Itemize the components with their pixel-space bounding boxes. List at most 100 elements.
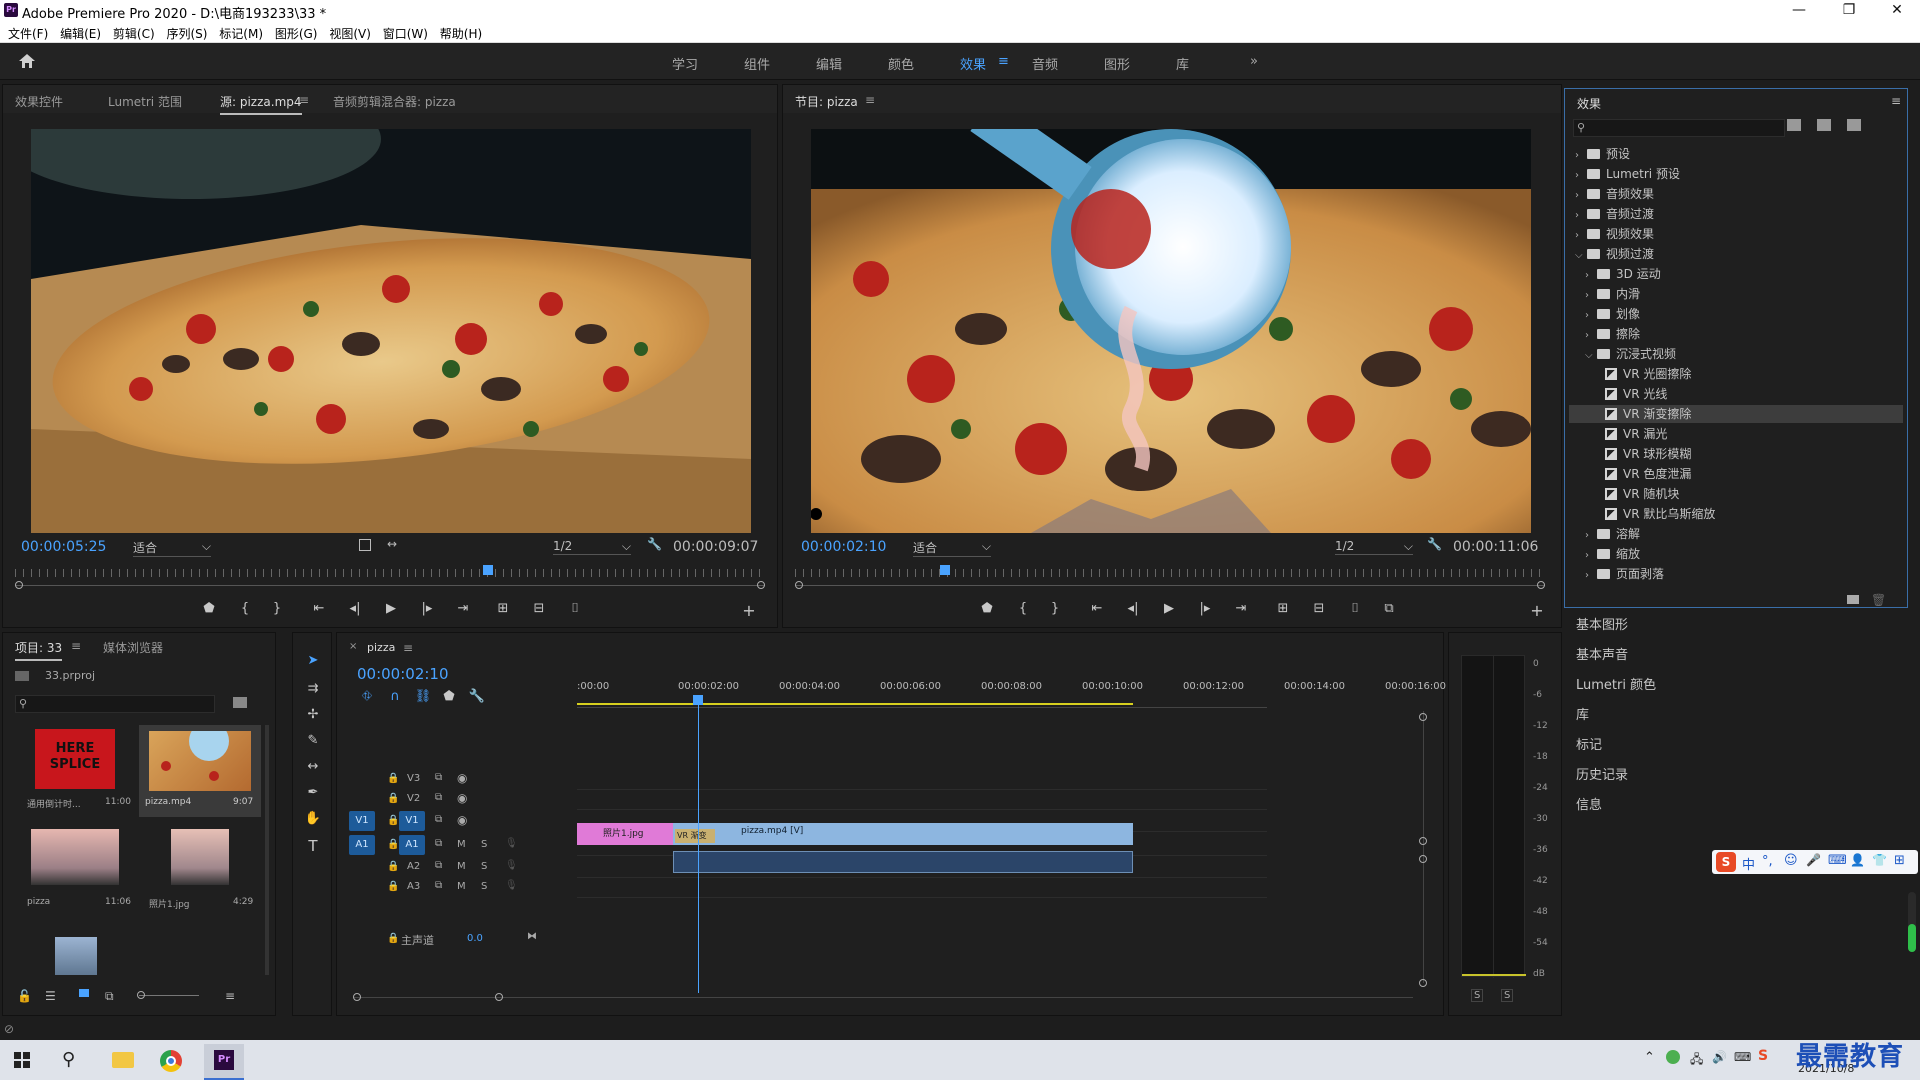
lock-icon[interactable]: 🔒 bbox=[387, 933, 399, 944]
drag-video-icon[interactable]: ↔ bbox=[387, 537, 397, 551]
menu-window[interactable]: 窗口(W) bbox=[383, 25, 428, 42]
source-zoom-handle-right[interactable] bbox=[757, 581, 765, 589]
zoom-slider[interactable] bbox=[139, 995, 199, 996]
effect-item[interactable]: VR 渐变擦除 bbox=[1569, 405, 1903, 423]
solo-button[interactable]: S bbox=[481, 839, 487, 850]
effect-folder-item[interactable]: › Lumetri 预设 bbox=[1569, 165, 1903, 183]
track-target-a1[interactable]: A1 bbox=[399, 835, 425, 855]
yuv-effects-icon[interactable] bbox=[1847, 119, 1861, 131]
chrome-icon[interactable] bbox=[160, 1050, 182, 1072]
source-ruler[interactable] bbox=[15, 569, 765, 577]
side-panel-info[interactable]: 信息 bbox=[1576, 794, 1906, 822]
play-icon[interactable]: ▶ bbox=[381, 601, 401, 616]
lock-icon[interactable]: 🔒 bbox=[387, 881, 399, 892]
ime-side-slider[interactable] bbox=[1908, 892, 1916, 952]
step-back-icon[interactable]: ◂| bbox=[1123, 601, 1143, 616]
tab-sequence[interactable]: pizza bbox=[367, 641, 395, 657]
mute-button[interactable]: M bbox=[457, 839, 466, 850]
program-timecode[interactable]: 00:00:02:10 bbox=[801, 539, 886, 555]
program-playhead[interactable] bbox=[940, 565, 950, 575]
track-header-a2[interactable]: 🔒 A2 ⧉ M S 🎙 bbox=[345, 857, 571, 877]
project-scrollbar[interactable] bbox=[265, 725, 269, 975]
effect-item[interactable]: VR 漏光 bbox=[1569, 425, 1903, 443]
mark-out-icon[interactable]: } bbox=[1045, 601, 1065, 616]
workspace-learn[interactable]: 学习 bbox=[672, 54, 698, 73]
tab-lumetri-scopes[interactable]: Lumetri 范围 bbox=[108, 93, 182, 110]
minimize-button[interactable]: — bbox=[1776, 0, 1822, 22]
sogou-tray-icon[interactable]: S bbox=[1758, 1048, 1768, 1064]
chevron-right-icon[interactable]: › bbox=[1575, 190, 1587, 201]
timeline-horizontal-scrollbar[interactable] bbox=[353, 997, 1413, 998]
sync-lock-icon[interactable]: ⧉ bbox=[435, 860, 442, 871]
solo-button[interactable]: S bbox=[481, 881, 487, 892]
source-resolution-dropdown[interactable]: 1/2 ⌵ bbox=[553, 539, 631, 555]
sync-lock-icon[interactable]: ⧉ bbox=[435, 792, 442, 803]
menu-edit[interactable]: 编辑(E) bbox=[60, 25, 101, 42]
side-panel-essential-graphics[interactable]: 基本图形 bbox=[1576, 614, 1906, 642]
lock-icon[interactable]: 🔒 bbox=[387, 793, 399, 804]
camera-export-frame-icon[interactable]: ⌷ bbox=[1345, 601, 1365, 616]
program-tab-menu-icon[interactable]: ≡ bbox=[865, 93, 875, 107]
sync-lock-icon[interactable]: ⧉ bbox=[435, 880, 442, 891]
timeline-vertical-scrollbar[interactable] bbox=[1423, 711, 1424, 983]
step-forward-icon[interactable]: |▸ bbox=[1195, 601, 1215, 616]
menu-sequence[interactable]: 序列(S) bbox=[166, 25, 207, 42]
go-to-out-icon[interactable]: ⇥ bbox=[453, 601, 473, 616]
tab-menu-icon[interactable]: ≡ bbox=[299, 93, 309, 107]
workspace-audio[interactable]: 音频 bbox=[1032, 54, 1058, 73]
volume-icon[interactable]: 🔊 bbox=[1712, 1050, 1727, 1064]
project-search-input[interactable]: ⚲ bbox=[15, 695, 215, 713]
effects-menu-icon[interactable]: ≡ bbox=[1891, 94, 1901, 108]
settings-wrench-icon[interactable]: 🔧 bbox=[1427, 537, 1442, 551]
effect-folder-item[interactable]: › 擦除 bbox=[1569, 325, 1903, 343]
chevron-right-icon[interactable]: › bbox=[1585, 330, 1597, 341]
voiceover-mic-icon[interactable]: 🎙 bbox=[505, 838, 518, 849]
program-resolution-dropdown[interactable]: 1/2 ⌵ bbox=[1335, 539, 1413, 555]
source-video-frame[interactable] bbox=[31, 129, 751, 533]
project-item[interactable]: pizza 11:06 bbox=[15, 825, 137, 915]
scroll-handle-video[interactable] bbox=[1419, 837, 1427, 845]
premiere-taskbar-button[interactable]: Pr bbox=[204, 1044, 244, 1080]
effect-folder-item[interactable]: › 视频效果 bbox=[1569, 225, 1903, 243]
effect-folder-item[interactable]: › 划像 bbox=[1569, 305, 1903, 323]
tray-chevron-icon[interactable]: ⌃ bbox=[1644, 1050, 1655, 1065]
track-header-a3[interactable]: 🔒 A3 ⧉ M S 🎙 bbox=[345, 877, 571, 897]
new-bin-icon[interactable] bbox=[1847, 595, 1859, 604]
side-panel-essential-sound[interactable]: 基本声音 bbox=[1576, 644, 1906, 672]
mark-in-icon[interactable]: { bbox=[1013, 601, 1033, 616]
lift-icon[interactable]: ⊞ bbox=[1273, 601, 1293, 616]
effect-item[interactable]: VR 光线 bbox=[1569, 385, 1903, 403]
selection-tool-icon[interactable]: ➤ bbox=[303, 653, 323, 668]
track-header-a1[interactable]: A1 🔒 A1 ⧉ M S 🎙 bbox=[345, 835, 571, 855]
chevron-right-icon[interactable]: › bbox=[1575, 210, 1587, 221]
side-panel-lumetri-color[interactable]: Lumetri 颜色 bbox=[1576, 674, 1906, 702]
workspace-menu-icon[interactable]: ≡ bbox=[998, 54, 1009, 69]
emoji-icon[interactable]: ☺ bbox=[1784, 853, 1798, 868]
effect-folder-item[interactable]: › 溶解 bbox=[1569, 525, 1903, 543]
menu-view[interactable]: 视图(V) bbox=[329, 25, 371, 42]
workspace-color[interactable]: 颜色 bbox=[888, 54, 914, 73]
ime-toolbar[interactable]: S 中 °, ☺ 🎤 ⌨ 👤 👕 ⊞ bbox=[1712, 850, 1918, 874]
settings-wrench-icon[interactable]: 🔧 bbox=[647, 537, 662, 551]
effect-folder-item[interactable]: › 页面剥落 bbox=[1569, 565, 1903, 583]
solo-right-button[interactable]: S bbox=[1501, 989, 1514, 1002]
keyboard-icon[interactable]: ⌨ bbox=[1828, 853, 1847, 868]
track-label[interactable]: V2 bbox=[407, 793, 420, 804]
play-icon[interactable]: ▶ bbox=[1159, 601, 1179, 616]
step-back-icon[interactable]: ◂| bbox=[345, 601, 365, 616]
mark-in-icon[interactable]: { bbox=[235, 601, 255, 616]
side-panel-libraries[interactable]: 库 bbox=[1576, 704, 1906, 732]
sogou-logo-icon[interactable]: S bbox=[1716, 852, 1736, 872]
overwrite-icon[interactable]: ⊟ bbox=[529, 601, 549, 616]
track-header-v2[interactable]: 🔒 V2 ⧉ ◉ bbox=[345, 789, 571, 809]
new-search-bin-icon[interactable] bbox=[233, 697, 247, 708]
track-header-master[interactable]: 🔒 主声道 0.0 ⧓ bbox=[345, 929, 571, 949]
program-zoom-handle-left[interactable] bbox=[795, 581, 803, 589]
chevron-right-icon[interactable]: › bbox=[1585, 550, 1597, 561]
more-workspaces-button[interactable]: » bbox=[1250, 54, 1258, 69]
track-label[interactable]: A3 bbox=[407, 881, 420, 892]
32bit-effects-icon[interactable] bbox=[1817, 119, 1831, 131]
clip-video[interactable]: pizza.mp4 [V] bbox=[673, 823, 1133, 845]
solo-button[interactable]: S bbox=[481, 861, 487, 872]
user-icon[interactable]: 👤 bbox=[1850, 853, 1865, 867]
